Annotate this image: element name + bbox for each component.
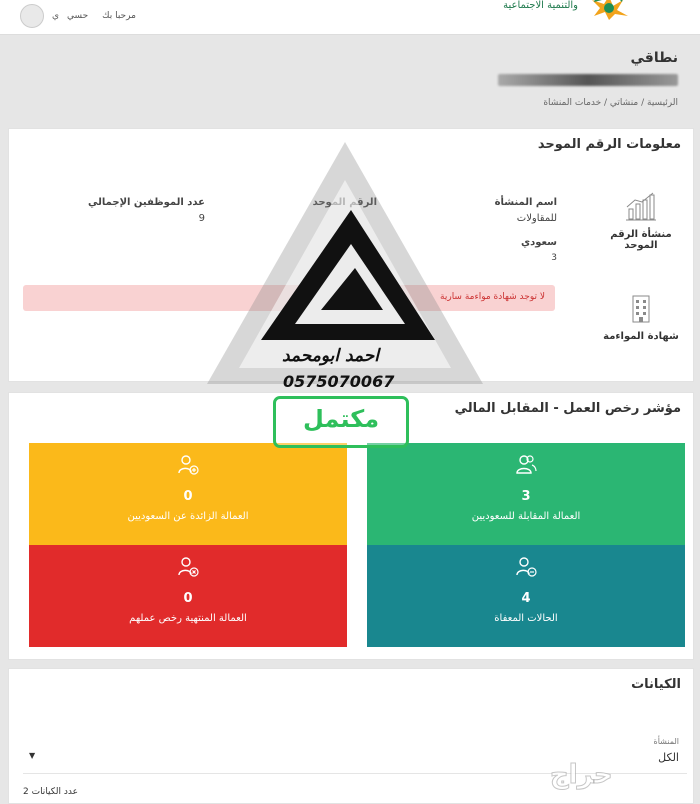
establishment-name-value: للمقاولات: [516, 213, 557, 224]
top-bar: والتنمية الاجتماعية ي حسي مرحبا بك: [0, 0, 700, 35]
tile-count: 4: [521, 591, 531, 606]
watermark-phone: 0575070067: [283, 372, 395, 391]
sidebar-item-compliance-certificate[interactable]: شهادة المواءمة: [597, 293, 685, 342]
stamp-text: مكتمل: [302, 405, 380, 433]
page-header: نطاقي الرئيسية / منشاتي / خدمات المنشاة: [0, 40, 700, 120]
tile-count: 3: [521, 489, 531, 504]
user-name: حسي: [67, 11, 89, 21]
tile-label: الحالات المعفاة: [494, 613, 558, 624]
nationality-count: 3: [551, 253, 557, 263]
users-icon: [516, 455, 537, 474]
completed-stamp: مكتمل: [273, 396, 409, 448]
greeting: مرحبا بك: [102, 11, 136, 21]
tile-exempt-cases[interactable]: 4 الحالات المعفاة: [367, 545, 685, 647]
nationality-label: سعودي: [520, 237, 557, 248]
sidebar-item-unified-establishment[interactable]: منشأة الرقم الموحد: [597, 191, 685, 251]
page-title: نطاقي: [630, 50, 678, 66]
user-minus-icon: [516, 557, 537, 577]
tile-count: 0: [183, 591, 193, 606]
tile-label: العمالة المقابلة للسعوديين: [471, 511, 581, 522]
breadcrumb[interactable]: الرئيسية / منشاتي / خدمات المنشاة: [543, 98, 678, 108]
tile-surplus-workers[interactable]: 0 العمالة الزائدة عن السعوديين: [29, 443, 347, 545]
avatar[interactable]: [20, 4, 44, 28]
unified-number-title: معلومات الرقم الموحد: [537, 137, 681, 152]
tile-count: 0: [183, 489, 193, 504]
sidebar-item-label: شهادة المواءمة: [603, 331, 679, 342]
tile-matched-workers[interactable]: 3 العمالة المقابلة للسعوديين: [367, 443, 685, 545]
user-plus-icon: [178, 455, 199, 475]
entities-count: عدد الكيانات 2: [23, 787, 78, 797]
user-suffix: ي: [52, 11, 60, 21]
building-icon: [632, 295, 650, 323]
tile-label: العمالة المنتهية رخص عملهم: [129, 613, 247, 624]
redacted-establishment-id: [498, 74, 678, 86]
user-menu[interactable]: ي حسي مرحبا بك: [20, 4, 136, 28]
total-employees-label: عدد الموظفين الإجمالي: [88, 197, 205, 208]
ministry-sun-logo-icon: [592, 0, 628, 20]
tile-expired-permits[interactable]: 0 العمالة المنتهية رخص عملهم: [29, 545, 347, 647]
work-permits-title: مؤشر رخص العمل - المقابل المالي: [454, 401, 681, 416]
establishment-name-label: اسم المنشأة: [494, 197, 557, 208]
ministry-logo: والتنمية الاجتماعية: [503, 0, 630, 22]
tile-label: العمالة الزائدة عن السعوديين: [127, 511, 249, 522]
select-value: الكل: [658, 751, 679, 764]
ministry-name: والتنمية الاجتماعية: [503, 0, 578, 11]
user-x-icon: [178, 557, 199, 577]
watermark-name: احمد ابومحمد: [282, 346, 379, 366]
bar-chart-icon: [626, 192, 656, 221]
entities-title: الكيانات: [631, 677, 681, 692]
haraj-watermark: حراج: [550, 760, 614, 791]
chevron-down-icon: ▼: [29, 751, 36, 760]
sidebar-item-label: منشأة الرقم الموحد: [610, 229, 672, 251]
select-label: المنشأة: [653, 737, 679, 746]
